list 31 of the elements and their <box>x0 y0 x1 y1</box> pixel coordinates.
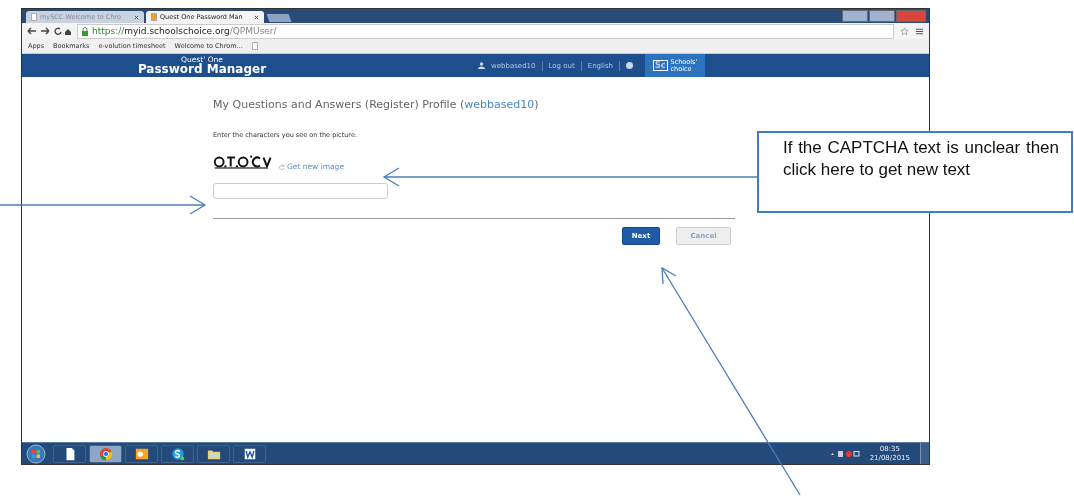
captcha-input[interactable] <box>213 183 388 199</box>
user-icon <box>478 62 485 69</box>
menu-icon[interactable] <box>915 26 924 36</box>
close-icon[interactable] <box>134 14 139 20</box>
new-tab-button[interactable] <box>266 14 292 22</box>
page-icon <box>151 13 157 21</box>
word-icon <box>242 446 257 461</box>
document-taskbar-button[interactable] <box>53 444 86 463</box>
address-field[interactable]: https://myid.schoolschoice.org/QPMUser/ <box>77 23 894 39</box>
start-button[interactable] <box>26 443 46 464</box>
lock-icon <box>81 26 89 36</box>
page-icon <box>31 13 37 21</box>
product-title: Password Manager <box>137 63 267 76</box>
star-icon[interactable] <box>900 26 909 36</box>
close-icon[interactable] <box>254 14 259 20</box>
chat-icon <box>170 446 185 461</box>
page-title: My Questions and Answers (Register) Profile (webbased10) <box>213 98 539 111</box>
browser-icon <box>98 446 113 461</box>
mail-taskbar-button[interactable] <box>125 444 158 463</box>
folder-taskbar-button[interactable] <box>197 444 230 463</box>
minimize-button[interactable] <box>842 10 868 22</box>
maximize-button[interactable] <box>869 10 895 22</box>
tray-icons[interactable] <box>829 449 860 458</box>
browser-taskbar-button[interactable] <box>89 444 122 463</box>
word-taskbar-button[interactable] <box>233 444 266 463</box>
mail-icon <box>134 446 149 461</box>
callout-box: If the CAPTCHA text is unclear then click here to get new text <box>757 131 1073 213</box>
refresh-icon <box>279 163 285 170</box>
help-icon[interactable] <box>626 62 633 69</box>
navigation-icons[interactable] <box>27 26 71 36</box>
chat-taskbar-button[interactable] <box>161 444 194 463</box>
